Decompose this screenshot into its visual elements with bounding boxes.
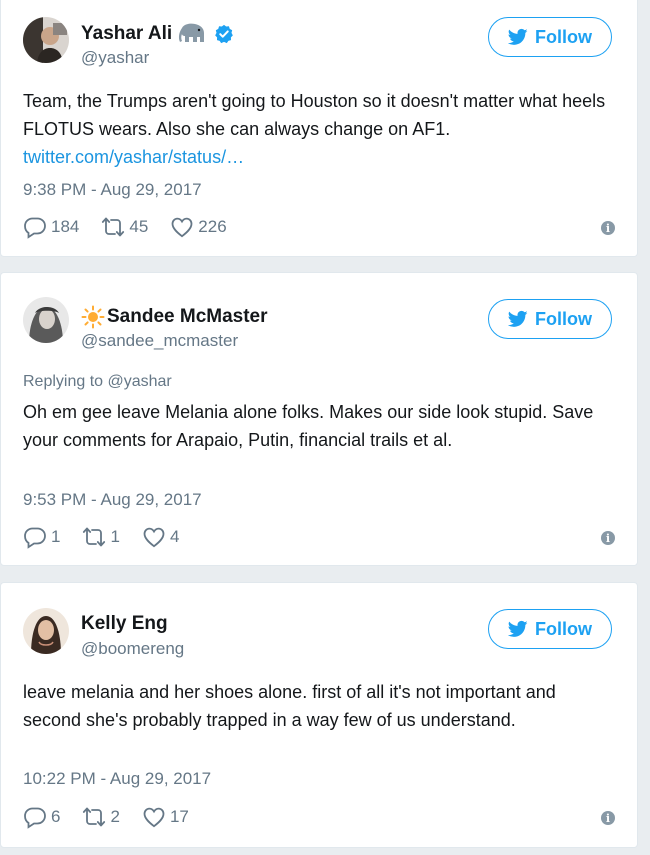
like-button[interactable]: 226 (170, 215, 227, 239)
retweet-button[interactable]: 1 (82, 525, 120, 549)
author-handle[interactable]: @boomereng (81, 639, 184, 659)
twitter-bird-icon (508, 309, 528, 329)
tweet-card: Kelly Eng @boomereng Follow leave melani… (0, 582, 638, 848)
tweet-actions: 184 45 226 (23, 215, 249, 239)
tweet-link[interactable]: twitter.com/yashar/status/… (23, 147, 244, 167)
reply-count: 184 (51, 217, 80, 236)
reply-count: 1 (51, 527, 61, 546)
sun-icon (81, 305, 105, 329)
reply-icon (23, 525, 47, 549)
like-count: 4 (169, 527, 180, 546)
tweet-text: Team, the Trumps aren't going to Houston… (23, 87, 618, 171)
like-count: 226 (198, 217, 227, 236)
retweet-icon (82, 525, 106, 549)
retweet-button[interactable]: 2 (82, 805, 120, 829)
author-name[interactable]: Yashar Ali (81, 23, 172, 45)
tweet-card: Sandee McMaster @sandee_mcmaster Follow … (0, 272, 638, 566)
author-handle[interactable]: @yashar (81, 48, 149, 68)
follow-label: Follow (535, 618, 592, 639)
like-button[interactable]: 17 (142, 805, 189, 829)
avatar[interactable] (23, 17, 69, 63)
follow-label: Follow (535, 26, 592, 47)
reply-count: 6 (51, 807, 61, 826)
info-icon[interactable]: i (601, 811, 615, 825)
author-name-row[interactable]: Kelly Eng (81, 613, 168, 635)
replying-to[interactable]: Replying to @yashar (23, 373, 172, 391)
heart-icon (142, 525, 166, 549)
heart-icon (142, 805, 166, 829)
avatar[interactable] (23, 297, 69, 343)
tweet-text: leave melania and her shoes alone. first… (23, 682, 556, 730)
retweet-count: 2 (110, 807, 120, 826)
elephant-icon (178, 22, 208, 46)
follow-button[interactable]: Follow (488, 299, 612, 339)
tweet-card: Yashar Ali @yashar Follow Team, the Trum… (0, 0, 638, 257)
retweet-button[interactable]: 45 (101, 215, 148, 239)
author-name-row[interactable]: Yashar Ali (81, 22, 234, 46)
tweet-timestamp[interactable]: 9:38 PM - Aug 29, 2017 (23, 180, 202, 200)
reply-icon (23, 215, 47, 239)
info-icon[interactable]: i (601, 221, 615, 235)
author-name-row[interactable]: Sandee McMaster (81, 305, 268, 329)
follow-button[interactable]: Follow (488, 17, 612, 57)
retweet-count: 1 (110, 527, 120, 546)
like-button[interactable]: 4 (142, 525, 179, 549)
reply-icon (23, 805, 47, 829)
retweet-icon (101, 215, 125, 239)
twitter-bird-icon (508, 27, 528, 47)
verified-icon (214, 24, 234, 44)
avatar[interactable] (23, 608, 69, 654)
tweet-actions: 6 2 17 (23, 805, 211, 829)
tweet-body: Team, the Trumps aren't going to Houston… (23, 91, 606, 139)
heart-icon (170, 215, 194, 239)
info-icon[interactable]: i (601, 531, 615, 545)
tweet-actions: 1 1 4 (23, 525, 201, 549)
author-name[interactable]: Sandee McMaster (107, 306, 268, 328)
reply-button[interactable]: 184 (23, 215, 79, 239)
tweet-text: Oh em gee leave Melania alone folks. Mak… (23, 402, 594, 450)
like-count: 17 (169, 807, 189, 826)
author-name[interactable]: Kelly Eng (81, 613, 168, 635)
author-handle[interactable]: @sandee_mcmaster (81, 331, 238, 351)
twitter-bird-icon (508, 619, 528, 639)
reply-button[interactable]: 6 (23, 805, 60, 829)
follow-label: Follow (535, 308, 592, 329)
tweet-timestamp[interactable]: 10:22 PM - Aug 29, 2017 (23, 769, 211, 789)
reply-button[interactable]: 1 (23, 525, 60, 549)
retweet-count: 45 (129, 217, 149, 236)
retweet-icon (82, 805, 106, 829)
follow-button[interactable]: Follow (488, 609, 612, 649)
tweet-timestamp[interactable]: 9:53 PM - Aug 29, 2017 (23, 490, 202, 510)
